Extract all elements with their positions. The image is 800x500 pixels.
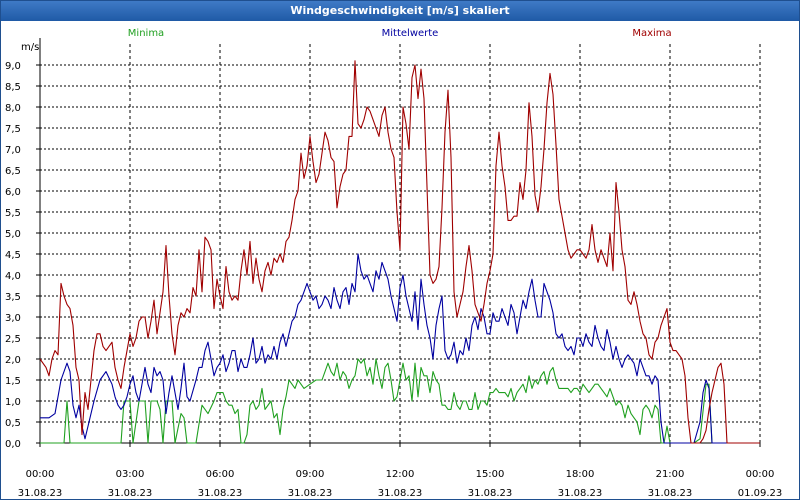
legend-minima: Minima <box>128 28 164 39</box>
y-tick-label: 6,5 <box>5 166 21 177</box>
y-tick-label: 7,0 <box>5 145 21 156</box>
y-tick-label: 0,5 <box>5 418 21 429</box>
y-tick-label: 8,0 <box>5 103 21 114</box>
x-tick-date-label: 31.08.23 <box>288 488 333 499</box>
y-tick-label: 1,5 <box>5 376 21 387</box>
x-tick-time-label: 03:00 <box>116 469 145 480</box>
y-tick-label: 1,0 <box>5 397 21 408</box>
legend-maxima: Maxima <box>632 28 671 39</box>
x-tick-date-label: 31.08.23 <box>18 488 63 499</box>
x-tick-time-label: 15:00 <box>476 469 505 480</box>
y-tick-label: 5,5 <box>5 208 21 219</box>
y-tick-label: 2,0 <box>5 355 21 366</box>
x-tick-time-label: 18:00 <box>566 469 595 480</box>
x-tick-date-label: 01.09.23 <box>738 488 783 499</box>
y-tick-label: 5,0 <box>5 229 21 240</box>
y-tick-label: 3,5 <box>5 292 21 303</box>
series-line-mittelwerte <box>40 253 760 444</box>
y-tick-label: 4,5 <box>5 250 21 261</box>
x-tick-time-label: 00:00 <box>746 469 775 480</box>
x-tick-date-label: 31.08.23 <box>378 488 423 499</box>
x-tick-date-label: 31.08.23 <box>198 488 243 499</box>
x-tick-time-label: 00:00 <box>26 469 55 480</box>
x-tick-date-label: 31.08.23 <box>648 488 693 499</box>
y-tick-label: 6,0 <box>5 187 21 198</box>
x-tick-date-label: 31.08.23 <box>558 488 603 499</box>
legend-mittelwerte: Mittelwerte <box>382 28 439 39</box>
y-tick-label: 2,5 <box>5 334 21 345</box>
y-tick-label: 4,0 <box>5 271 21 282</box>
x-tick-date-label: 31.08.23 <box>468 488 513 499</box>
y-tick-label: 0,0 <box>5 439 21 450</box>
y-tick-label: 3,0 <box>5 313 21 324</box>
y-tick-label: 8,5 <box>5 82 21 93</box>
window-title: Windgeschwindigkeit [m/s] skaliert <box>1 1 799 21</box>
y-tick-label: 9,0 <box>5 61 21 72</box>
x-tick-time-label: 09:00 <box>296 469 325 480</box>
x-tick-time-label: 12:00 <box>386 469 415 480</box>
y-axis-unit-label: m/s <box>21 42 39 53</box>
wind-speed-chart: 0,0 0,5 1,0 1,5 2,0 2,5 3,0 3,5 4,0 4,5 5,0 5,5 6,0 6… <box>5 28 783 499</box>
x-tick-date-label: 31.08.23 <box>108 488 153 499</box>
x-tick-time-label: 21:00 <box>656 469 685 480</box>
chart-window: Windgeschwindigkeit [m/s] skaliert 0,0 0,… <box>0 0 800 500</box>
x-tick-time-label: 06:00 <box>206 469 235 480</box>
y-tick-label: 7,5 <box>5 124 21 135</box>
legend: Minima Mittelwerte Maxima <box>128 28 672 39</box>
